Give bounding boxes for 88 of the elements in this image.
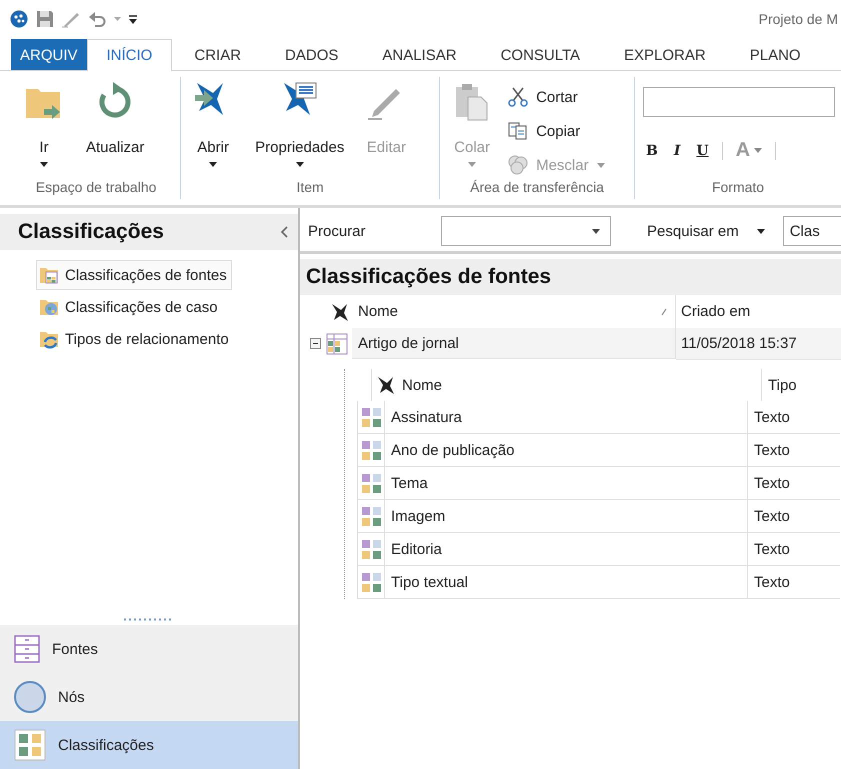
classification-icon	[326, 332, 348, 354]
caret-icon	[596, 162, 605, 168]
pencil-icon[interactable]	[62, 10, 80, 28]
search-combo[interactable]	[441, 216, 611, 246]
window-title: Projeto de M	[758, 11, 838, 27]
sidebar-item[interactable]: Classificações de fontes	[36, 260, 232, 290]
ribbon-button[interactable]: Copiar	[508, 119, 605, 143]
drawers-icon	[14, 635, 40, 663]
table-cell: Imagem	[385, 500, 748, 532]
undo-icon[interactable]	[88, 10, 106, 28]
column-header[interactable]: Nome	[402, 369, 762, 401]
table-cell-text: Texto	[753, 540, 791, 560]
list-title: Classificações de fontes	[300, 259, 841, 295]
ribbon-tab[interactable]: CRIAR	[172, 39, 264, 70]
caret-icon	[754, 148, 762, 153]
ribbon-tab[interactable]: INÍCIO	[86, 39, 172, 71]
caret-icon[interactable]	[114, 17, 121, 21]
file-tab[interactable]: ARQUIV	[11, 39, 87, 70]
ribbon-tab[interactable]: DADOS	[263, 39, 360, 70]
navigation-item[interactable]: Fontes	[0, 625, 298, 673]
group-label: Espaço de trabalho	[34, 179, 158, 197]
caret-icon	[468, 162, 476, 166]
ribbon-tab[interactable]: ANALISAR	[360, 39, 479, 70]
sidebar-item[interactable]: Classificações de caso	[36, 292, 223, 322]
ribbon-button[interactable]: Abrir	[187, 81, 240, 172]
navigation-item[interactable]: Nós	[0, 673, 298, 721]
underline-button[interactable]: U	[693, 142, 712, 158]
ribbon-tab[interactable]: CONSULTA	[478, 39, 602, 70]
folder-grid-icon	[39, 265, 59, 285]
table-cell: Ano de publicação	[385, 434, 748, 466]
ribbon-tab[interactable]: PLANO	[728, 39, 823, 70]
italic-button[interactable]: I	[670, 142, 684, 158]
splitter-grip-icon[interactable]	[124, 617, 174, 621]
table-cell-text: Texto	[753, 440, 791, 460]
sidebar-item[interactable]: Tipos de relacionamento	[36, 324, 234, 354]
table-cell-text: Texto	[753, 474, 791, 494]
collapse-icon[interactable]	[280, 226, 288, 238]
table-cell: Artigo de jornal	[352, 328, 676, 359]
caret-icon	[592, 228, 600, 234]
circles-icon	[508, 155, 528, 175]
folder-globe-icon	[39, 297, 59, 317]
ribbon-button[interactable]: Cortar	[508, 85, 605, 109]
attribute-icon	[360, 440, 382, 460]
star-icon[interactable]	[376, 375, 396, 395]
group-label: Formato	[710, 179, 766, 197]
column-header[interactable]: Criado em	[676, 295, 841, 328]
panel-title: Classificações	[18, 220, 164, 244]
navigation-item[interactable]: Classificações	[0, 721, 298, 769]
table-cell-text: Texto	[753, 408, 791, 428]
table-cell: 11/05/2018 15:37	[676, 328, 841, 360]
circle-icon	[14, 681, 46, 713]
font-field[interactable]	[643, 87, 835, 117]
attribute-icon	[360, 538, 382, 560]
caret-icon	[756, 228, 765, 234]
ribbon-button[interactable]: Propriedades	[249, 81, 350, 172]
customize-icon[interactable]	[129, 14, 137, 24]
caret-icon	[296, 162, 304, 166]
table-cell: Tipo textual	[385, 566, 748, 598]
copy-icon	[508, 121, 528, 141]
caret-icon	[209, 162, 218, 166]
group-label: Item	[295, 179, 325, 197]
search-label: Procurar	[308, 222, 367, 240]
save-icon[interactable]	[36, 10, 54, 28]
table-cell: Assinatura	[385, 401, 748, 433]
collapse-box-icon[interactable]	[310, 338, 321, 349]
attribute-icon	[360, 572, 382, 592]
ribbon-button[interactable]: Atualizar	[80, 81, 150, 172]
table-cell-text: Texto	[753, 572, 791, 592]
search-in-field[interactable]: Clas	[782, 216, 841, 246]
folder-refresh-icon	[39, 329, 59, 349]
search-in-dropdown[interactable]: Pesquisar em	[647, 222, 765, 240]
app-logo-icon[interactable]	[10, 10, 28, 28]
grid-icon	[14, 729, 46, 761]
ribbon-button[interactable]: Ir	[18, 81, 70, 172]
table-cell: Editoria	[385, 533, 748, 565]
scissors-icon	[508, 87, 528, 107]
bold-button[interactable]: B	[643, 142, 661, 158]
sort-indicator-icon	[661, 308, 667, 316]
ribbon-tab[interactable]: EXPLORAR	[602, 39, 728, 70]
star-icon[interactable]	[330, 302, 350, 322]
attribute-icon	[360, 472, 382, 494]
group-label: Área de transferência	[469, 179, 605, 197]
caret-icon	[40, 162, 48, 166]
table-cell-text: Texto	[753, 506, 791, 526]
table-cell: Tema	[385, 467, 748, 499]
attribute-icon	[360, 406, 382, 428]
column-header[interactable]: Tipo	[762, 369, 830, 401]
attribute-icon	[360, 506, 382, 526]
